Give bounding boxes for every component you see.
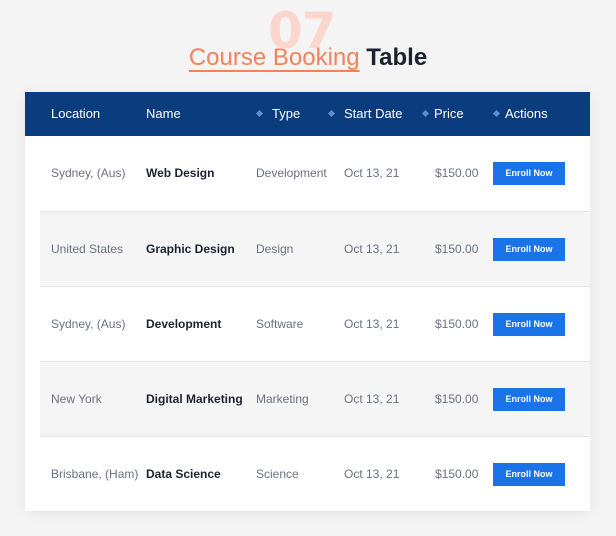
enroll-now-button[interactable]: Enroll Now — [493, 388, 565, 411]
enroll-now-button[interactable]: Enroll Now — [493, 313, 565, 336]
column-header-location[interactable]: Location — [51, 92, 100, 136]
sort-icon[interactable] — [255, 109, 264, 118]
table-header: Location Name Type Start Date Price Acti… — [25, 92, 590, 136]
cell-price: $150.00 — [435, 317, 479, 331]
table-row: New York Digital Marketing Marketing Oct… — [40, 361, 590, 437]
cell-price: $150.00 — [435, 242, 479, 256]
cell-start-date: Oct 13, 21 — [344, 467, 400, 481]
column-header-price[interactable]: Price — [434, 92, 464, 136]
cell-name: Data Science — [146, 467, 221, 481]
table-row: Sydney, (Aus) Development Software Oct 1… — [40, 286, 590, 362]
cell-location: New York — [51, 392, 102, 406]
enroll-now-button[interactable]: Enroll Now — [493, 238, 565, 261]
column-header-start-date[interactable]: Start Date — [344, 92, 403, 136]
cell-start-date: Oct 13, 21 — [344, 392, 400, 406]
column-header-actions[interactable]: Actions — [505, 92, 548, 136]
cell-start-date: Oct 13, 21 — [344, 242, 400, 256]
sort-icon[interactable] — [327, 109, 336, 118]
cell-type: Science — [256, 467, 299, 481]
cell-location: Brisbane, (Ham) — [51, 467, 139, 481]
title-accent: Course Booking — [188, 44, 360, 71]
enroll-now-button[interactable]: Enroll Now — [493, 162, 565, 185]
course-booking-table: Location Name Type Start Date Price Acti… — [25, 92, 590, 511]
cell-price: $150.00 — [435, 166, 479, 180]
sort-icon[interactable] — [492, 109, 501, 118]
cell-name: Web Design — [146, 166, 215, 180]
cell-price: $150.00 — [435, 392, 479, 406]
title-rest: Table — [366, 44, 428, 71]
column-header-name[interactable]: Name — [146, 92, 181, 136]
cell-type: Development — [256, 166, 327, 180]
cell-name: Graphic Design — [146, 242, 235, 256]
section-header: 07 Course Booking Table — [0, 0, 616, 92]
cell-start-date: Oct 13, 21 — [344, 317, 400, 331]
cell-type: Design — [256, 242, 294, 256]
cell-start-date: Oct 13, 21 — [344, 166, 400, 180]
cell-location: Sydney, (Aus) — [51, 317, 126, 331]
table-row: United States Graphic Design Design Oct … — [40, 211, 590, 287]
sort-icon[interactable] — [421, 109, 430, 118]
table-row: Brisbane, (Ham) Data Science Science Oct… — [40, 436, 590, 512]
table-row: Sydney, (Aus) Web Design Development Oct… — [40, 136, 590, 211]
cell-type: Software — [256, 317, 304, 331]
cell-location: United States — [51, 242, 124, 256]
page-title: Course Booking Table — [0, 44, 616, 72]
cell-name: Development — [146, 317, 222, 331]
cell-name: Digital Marketing — [146, 392, 243, 406]
cell-location: Sydney, (Aus) — [51, 166, 126, 180]
cell-price: $150.00 — [435, 467, 479, 481]
cell-type: Marketing — [256, 392, 309, 406]
column-header-type[interactable]: Type — [272, 92, 300, 136]
enroll-now-button[interactable]: Enroll Now — [493, 463, 565, 486]
